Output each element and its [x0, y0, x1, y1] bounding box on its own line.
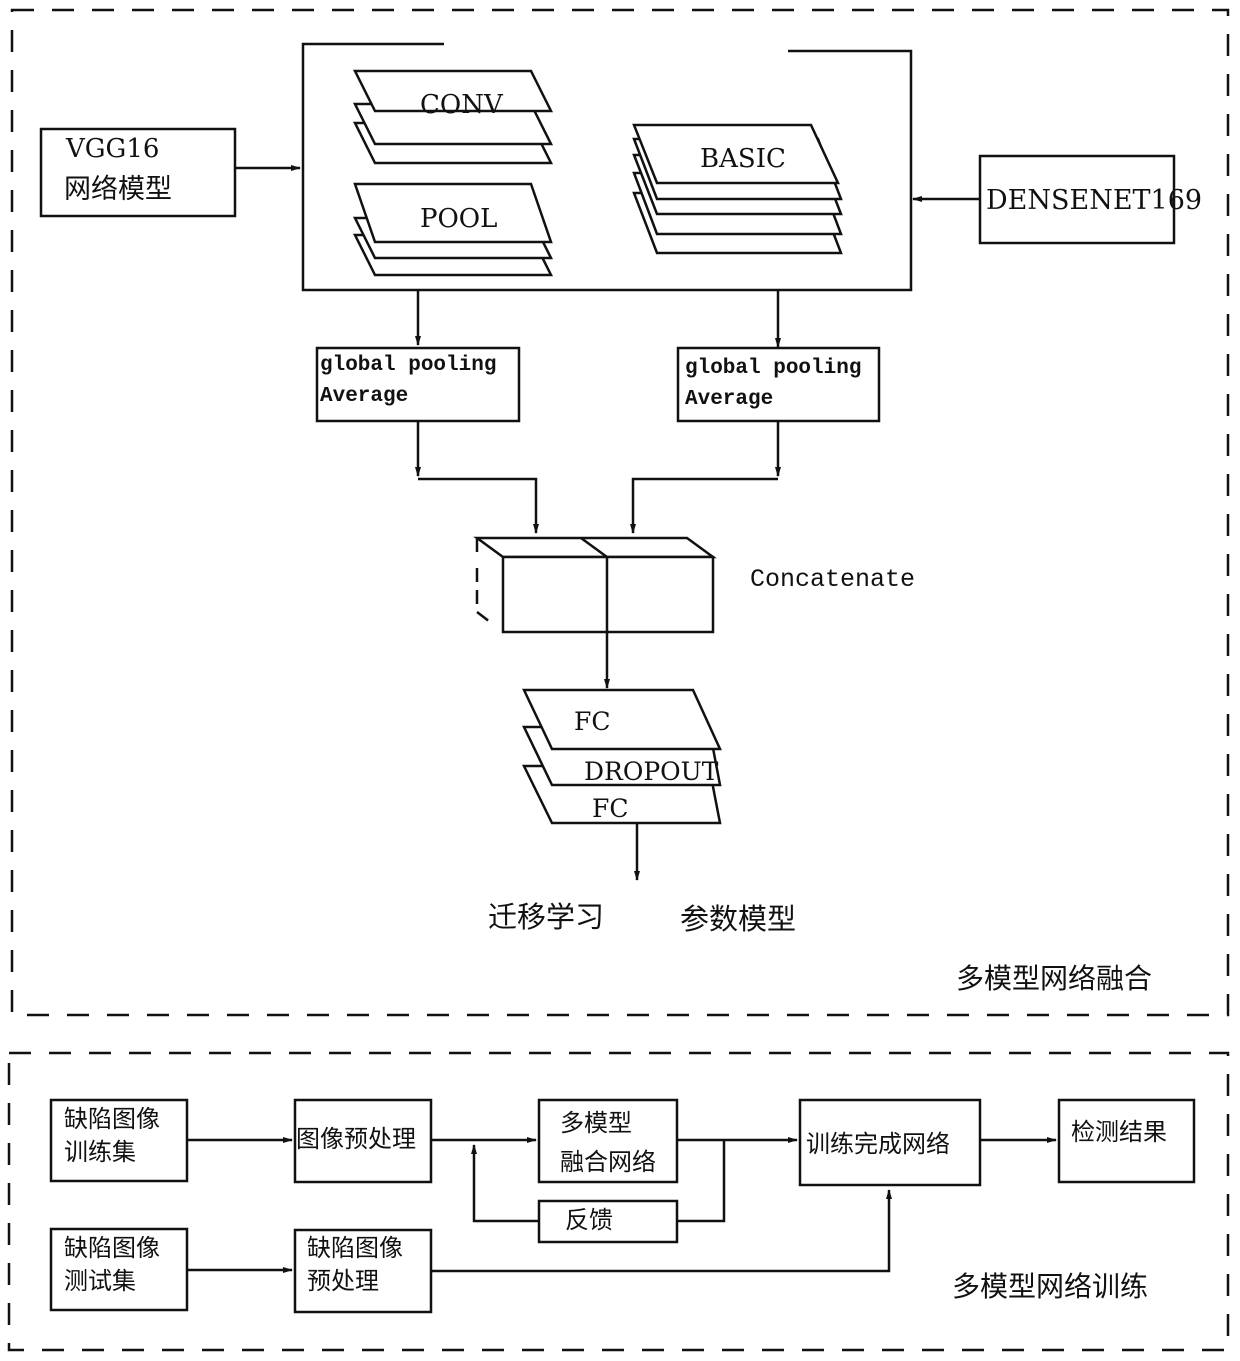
preprocess-box: 图像预处理: [293, 1098, 433, 1184]
fc1-label: FC: [574, 707, 610, 736]
diagram-canvas: VGG16 网络模型 CONV POOL BASIC DENSENET169 g…: [7, 8, 1230, 1352]
test-preprocess-line1: 缺陷图像: [307, 1234, 403, 1262]
concatenate-block: Concatenate: [473, 536, 915, 634]
feedback-line-in: [677, 1140, 726, 1223]
conv-layer-stack: CONV: [352, 69, 554, 165]
trained-net-label: 训练完成网络: [806, 1130, 950, 1158]
test-set-box: 缺陷图像 测试集: [49, 1227, 189, 1312]
arrow-gap-left-to-concat: [418, 477, 539, 534]
test-preprocess-line2: 预处理: [307, 1267, 379, 1295]
conv-label: CONV: [420, 90, 504, 120]
gap-right-line1: global pooling: [685, 357, 861, 380]
test-preprocess-box: 缺陷图像 预处理: [293, 1228, 433, 1314]
arrow-feedback-to-input: [471, 1144, 539, 1223]
vgg16-sublabel: 网络模型: [64, 174, 172, 205]
fusion-net-line1: 多模型: [560, 1109, 632, 1137]
fusion-net-line2: 融合网络: [560, 1148, 656, 1176]
pool-layer-stack: POOL: [352, 182, 554, 277]
basic-label: BASIC: [700, 144, 786, 174]
global-avg-pool-right: global pooling Average: [676, 346, 881, 423]
feedback-label: 反馈: [565, 1206, 613, 1234]
output-transfer-learning: 迁移学习: [488, 900, 604, 934]
concatenate-label: Concatenate: [750, 565, 915, 594]
gap-left-line2: Average: [320, 385, 408, 408]
classifier-head-stack: FC DROPOUT FC: [521, 688, 722, 825]
train-set-line2: 训练集: [64, 1138, 136, 1166]
vgg16-box: VGG16 网络模型: [39, 127, 237, 218]
gap-left-line1: global pooling: [320, 354, 496, 377]
pool-label: POOL: [420, 204, 497, 234]
basic-layer-stack: BASIC: [632, 123, 843, 255]
vgg16-label: VGG16: [65, 134, 159, 164]
fc2-label: FC: [592, 794, 628, 823]
train-set-box: 缺陷图像 训练集: [49, 1098, 189, 1183]
gap-right-line2: Average: [685, 388, 773, 411]
global-avg-pool-left: global pooling Average: [315, 346, 521, 423]
dropout-label: DROPOUT: [584, 757, 719, 786]
trained-net-box: 训练完成网络: [798, 1098, 982, 1187]
test-set-line2: 测试集: [64, 1267, 136, 1295]
densenet169-box: DENSENET169: [978, 154, 1202, 245]
result-box: 检测结果: [1057, 1098, 1196, 1184]
preprocess-label: 图像预处理: [296, 1125, 416, 1153]
densenet169-label: DENSENET169: [986, 185, 1202, 216]
output-parameter-model: 参数模型: [680, 902, 796, 936]
arrow-gap-right-to-concat: [630, 477, 778, 534]
test-set-line1: 缺陷图像: [64, 1234, 160, 1262]
fusion-net-box: 多模型 融合网络: [537, 1098, 679, 1184]
fusion-section-title: 多模型网络融合: [956, 962, 1152, 995]
training-section-title: 多模型网络训练: [952, 1270, 1148, 1303]
result-label: 检测结果: [1071, 1118, 1167, 1146]
train-set-line1: 缺陷图像: [64, 1105, 160, 1133]
feedback-box: 反馈: [537, 1199, 679, 1244]
